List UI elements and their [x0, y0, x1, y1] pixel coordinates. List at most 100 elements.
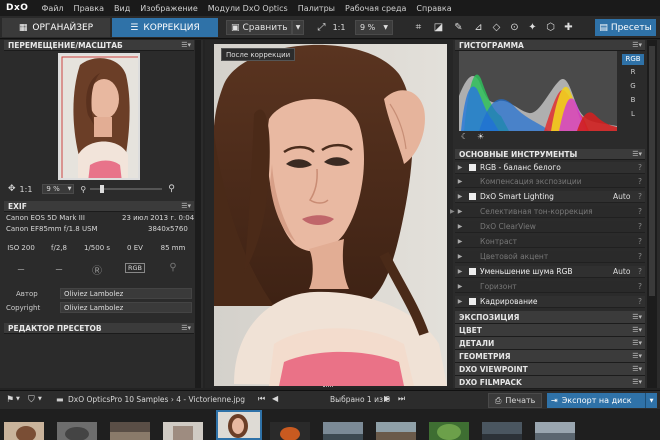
panel-menu-icon[interactable]: ☰▾: [632, 313, 642, 321]
filmstrip-thumbnail[interactable]: [163, 422, 203, 440]
section-color[interactable]: ЦВЕТ ☰▾: [455, 324, 645, 337]
flag-icon[interactable]: ⚑: [6, 395, 14, 405]
histogram-header[interactable]: ГИСТОГРАММА ☰▾: [455, 40, 645, 51]
help-icon[interactable]: ?: [635, 252, 645, 261]
help-icon[interactable]: ?: [635, 192, 645, 201]
main-photo[interactable]: [214, 44, 447, 386]
export-dropdown[interactable]: ▼: [645, 393, 657, 408]
menu-image[interactable]: Изображение: [135, 4, 203, 13]
channel-g[interactable]: G: [622, 82, 644, 90]
menu-workspace[interactable]: Рабочая среда: [340, 4, 411, 13]
print-button[interactable]: ⎙ Печать: [488, 393, 543, 408]
fit-screen-icon[interactable]: ⤢: [314, 20, 329, 35]
expand-arrow-icon[interactable]: ▶: [455, 178, 465, 185]
tab-correction[interactable]: ☰ КОРРЕКЦИЯ: [112, 18, 218, 37]
panel-menu-icon[interactable]: ☰▾: [632, 352, 642, 360]
panel-menu-icon[interactable]: ☰▾: [632, 365, 642, 373]
filmstrip-thumbnail[interactable]: [535, 422, 575, 440]
help-icon[interactable]: ?: [635, 237, 645, 246]
move-icon[interactable]: ✥: [8, 184, 16, 194]
section-viewpoint[interactable]: DXO VIEWPOINT ☰▾: [455, 363, 645, 376]
channel-r[interactable]: R: [622, 68, 644, 76]
collapse-right-icon[interactable]: ▶: [450, 208, 455, 215]
menu-file[interactable]: Файл: [36, 4, 68, 13]
help-icon[interactable]: ?: [635, 177, 645, 186]
help-icon[interactable]: ?: [635, 282, 645, 291]
crop-icon[interactable]: ⌗: [411, 20, 426, 35]
tool-selective-tone[interactable]: ▶ Селективная тон-коррекция ?: [455, 206, 645, 218]
filmstrip-thumbnail[interactable]: [323, 422, 363, 440]
filmstrip-thumbnail[interactable]: [57, 422, 97, 440]
panel-menu-icon[interactable]: ☰▾: [632, 339, 642, 347]
panel-menu-icon[interactable]: ☰▾: [632, 378, 642, 386]
expand-arrow-icon[interactable]: ▶: [455, 193, 465, 200]
channel-l[interactable]: L: [622, 110, 644, 118]
tool-toggle[interactable]: [469, 193, 476, 200]
filmstrip-thumbnail[interactable]: [270, 422, 310, 440]
export-button[interactable]: ⇥ Экспорт на диск: [547, 393, 645, 408]
tool-toggle[interactable]: [469, 253, 476, 260]
next-image-icon[interactable]: ▶: [384, 394, 390, 403]
help-icon[interactable]: ?: [635, 163, 645, 172]
horizon-icon[interactable]: ⊿: [471, 20, 486, 35]
help-icon[interactable]: ?: [635, 297, 645, 306]
zoom-slider-handle[interactable]: [100, 185, 105, 193]
menu-modules[interactable]: Модули DxO Optics: [203, 4, 293, 13]
white-balance-icon[interactable]: ◪: [431, 20, 446, 35]
panel-menu-icon[interactable]: ☰▾: [181, 41, 191, 49]
expand-arrow-icon[interactable]: ▶: [455, 268, 465, 275]
repair-icon[interactable]: ✚: [561, 20, 576, 35]
expand-arrow-icon[interactable]: ▶: [455, 164, 465, 171]
tool-toggle[interactable]: [469, 164, 476, 171]
filter-icon[interactable]: ⛉: [28, 395, 35, 405]
section-filmpack[interactable]: DXO FILMPACK ☰▾: [455, 376, 645, 389]
right-panel-scrollbar[interactable]: [647, 40, 657, 388]
menu-view[interactable]: Вид: [109, 4, 135, 13]
expand-arrow-icon[interactable]: ▶: [455, 253, 465, 260]
tool-crop[interactable]: ▶ Кадрирование ?: [455, 296, 645, 308]
help-icon[interactable]: ?: [635, 207, 645, 216]
dust-icon[interactable]: ✦: [525, 20, 540, 35]
left-panel-scrollbar[interactable]: [195, 40, 201, 388]
panel-menu-icon[interactable]: ☰▾: [632, 326, 642, 334]
highlight-clipping-icon[interactable]: ☀: [477, 132, 484, 141]
preset-editor-header[interactable]: РЕДАКТОР ПРЕСЕТОВ ☰▾: [4, 323, 194, 334]
tool-toggle[interactable]: [469, 283, 476, 290]
nav-zoom-select[interactable]: 9 % ▼: [42, 184, 75, 194]
tool-toggle[interactable]: [469, 178, 476, 185]
expand-arrow-icon[interactable]: ▶: [455, 283, 465, 290]
nav-zoom-ratio[interactable]: 1:1: [20, 185, 33, 194]
panel-menu-icon[interactable]: ☰▾: [632, 41, 642, 49]
menu-help[interactable]: Справка: [411, 4, 456, 13]
tool-horizon[interactable]: ▶ Горизонт ?: [455, 281, 645, 293]
chevron-down-icon[interactable]: ▼: [38, 396, 42, 402]
tool-white-balance[interactable]: ▶ RGB - баланс белого ?: [455, 162, 645, 174]
tool-toggle[interactable]: [469, 268, 476, 275]
tool-toggle[interactable]: [469, 298, 476, 305]
tool-smart-lighting[interactable]: ▶ DxO Smart Lighting Auto?: [455, 191, 645, 203]
expand-arrow-icon[interactable]: ▶: [455, 208, 465, 215]
compare-button[interactable]: ▣ Сравнить: [226, 20, 292, 35]
compare-dropdown[interactable]: ▼: [292, 20, 304, 35]
filmstrip-thumbnail[interactable]: [4, 422, 44, 440]
filmstrip-thumbnail[interactable]: [482, 422, 522, 440]
perspective-icon[interactable]: ◇: [489, 20, 504, 35]
zoom-out-icon[interactable]: ⚲: [80, 185, 86, 194]
author-field[interactable]: Oliviez Lambolez: [60, 288, 192, 299]
help-icon[interactable]: ?: [635, 222, 645, 231]
tool-toggle[interactable]: [469, 238, 476, 245]
red-eye-icon[interactable]: ⊙: [507, 20, 522, 35]
tool-color-accent[interactable]: ▶ Цветовой акцент ?: [455, 251, 645, 263]
channel-rgb[interactable]: RGB: [622, 54, 644, 65]
tool-exposure-compensation[interactable]: ▶ Компенсация экспозиции ?: [455, 176, 645, 188]
channel-b[interactable]: B: [622, 96, 644, 104]
zoom-in-icon[interactable]: ⚲: [168, 184, 175, 194]
zoom-select[interactable]: 9 % ▼: [355, 20, 393, 35]
filmstrip-thumbnail-selected[interactable]: [216, 410, 262, 440]
filmstrip-thumbnail[interactable]: [376, 422, 416, 440]
scrollbar-thumb[interactable]: [649, 46, 655, 296]
expand-arrow-icon[interactable]: ▶: [455, 223, 465, 230]
tool-noise-reduction[interactable]: ▶ Уменьшение шума RGB Auto?: [455, 266, 645, 278]
expand-arrow-icon[interactable]: ▶: [455, 298, 465, 305]
menu-palettes[interactable]: Палитры: [293, 4, 340, 13]
